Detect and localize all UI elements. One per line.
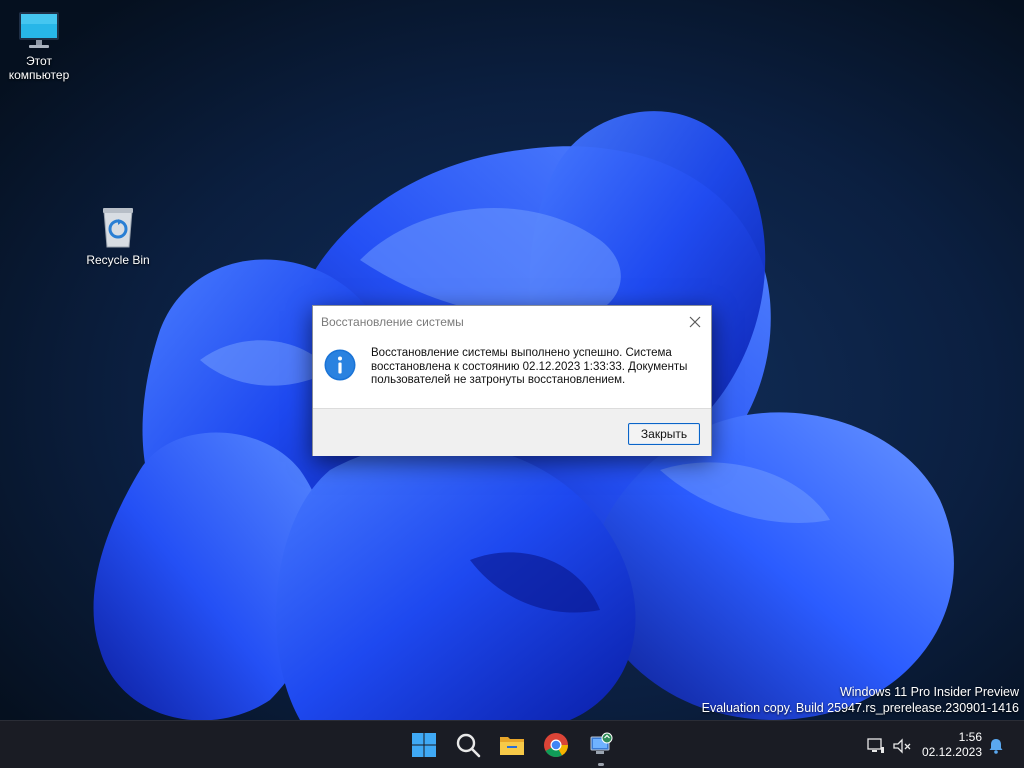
dialog-message: Восстановление системы выполнено успешно… (371, 347, 688, 386)
watermark-build: Evaluation copy. Build 25947.rs_prerelea… (701, 701, 1019, 715)
close-button[interactable]: Закрыть (628, 423, 700, 445)
desktop-icon-label: Recycle Bin (86, 253, 150, 267)
network-icon[interactable] (866, 736, 886, 756)
clock-date: 02.12.2023 (921, 745, 982, 759)
close-icon[interactable] (685, 312, 705, 332)
windows-watermark: Windows 11 Pro Insider Preview Evaluatio… (702, 684, 1019, 716)
folder-icon[interactable] (497, 730, 527, 760)
windows-start-icon[interactable] (409, 730, 439, 760)
system-restore-dialog: Восстановление системы Восстановление си… (312, 305, 712, 456)
volume-muted-icon[interactable] (892, 736, 912, 756)
notification-bell-icon[interactable] (986, 736, 1006, 756)
search-icon[interactable] (453, 730, 483, 760)
watermark-edition: Windows 11 Pro Insider Preview (839, 685, 1019, 699)
desktop-icon-recycle-bin[interactable]: Recycle Bin (76, 205, 160, 267)
monitor-icon (19, 12, 59, 48)
dialog-footer: Закрыть (313, 408, 711, 456)
active-app-indicator (598, 763, 604, 766)
clock-time: 1:56 (958, 730, 982, 744)
info-icon (324, 349, 356, 381)
taskbar: 1:56 02.12.2023 (0, 720, 1024, 768)
system-restore-icon[interactable] (586, 730, 616, 760)
dialog-content: Восстановление системы выполнено успешно… (313, 337, 711, 408)
desktop-icon-label: Этот компьютер (8, 54, 70, 82)
dialog-titlebar[interactable]: Восстановление системы (313, 306, 711, 337)
recycle-bin-icon (103, 208, 133, 248)
chrome-icon[interactable] (541, 730, 571, 760)
dialog-title: Восстановление системы (321, 315, 464, 329)
desktop-icon-this-pc[interactable]: Этот компьютер (0, 10, 81, 82)
taskbar-clock[interactable]: 1:56 02.12.2023 (922, 730, 982, 760)
